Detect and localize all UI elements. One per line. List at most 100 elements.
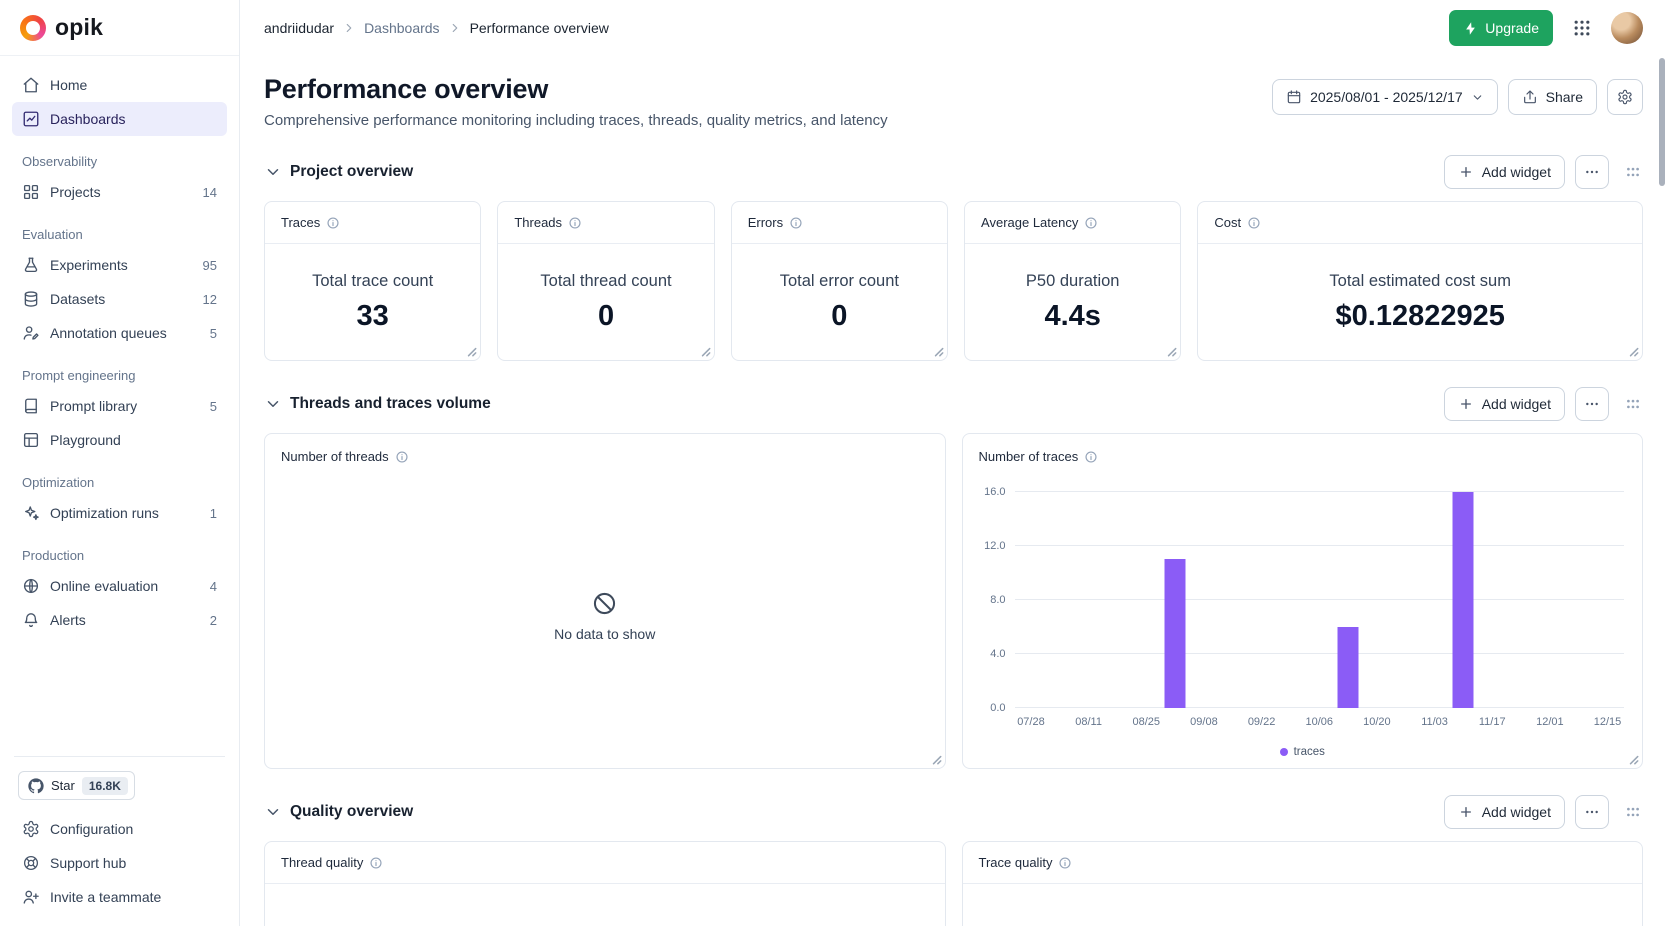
info-icon[interactable]: [568, 216, 582, 230]
sidebar-item-label: Prompt library: [50, 398, 137, 414]
section-actions: Add widget: [1444, 155, 1643, 189]
logo[interactable]: opik: [0, 0, 239, 56]
opik-logo-icon: [20, 15, 46, 41]
page-scrollbar[interactable]: [1657, 0, 1667, 926]
info-icon[interactable]: [1058, 856, 1072, 870]
sidebar-item-projects[interactable]: Projects 14: [12, 175, 227, 209]
date-range-picker[interactable]: 2025/08/01 - 2025/12/17: [1272, 79, 1498, 115]
drag-handle-icon[interactable]: [1623, 394, 1643, 414]
sidebar-item-datasets[interactable]: Datasets 12: [12, 282, 227, 316]
plus-icon: [1458, 164, 1474, 180]
sidebar-item-playground[interactable]: Playground: [12, 423, 227, 457]
sparkles-icon: [22, 504, 40, 522]
sidebar-item-label: Annotation queues: [50, 325, 167, 341]
grid-icon: [22, 183, 40, 201]
info-icon[interactable]: [1084, 450, 1098, 464]
metric-name: Total error count: [780, 272, 899, 291]
page-header: Performance overview Comprehensive perfo…: [264, 74, 1643, 129]
sidebar-item-optimization-runs[interactable]: Optimization runs 1: [12, 496, 227, 530]
resize-handle-icon[interactable]: [464, 344, 477, 357]
more-options-button[interactable]: [1575, 155, 1609, 189]
trace-quality-card: Trace quality: [962, 841, 1644, 926]
ellipsis-icon: [1584, 164, 1600, 180]
upgrade-button[interactable]: Upgrade: [1449, 10, 1553, 46]
add-widget-button[interactable]: Add widget: [1444, 387, 1565, 421]
metric-card-title: Threads: [514, 215, 562, 230]
chart-title: Number of traces: [979, 449, 1079, 464]
y-axis-label: 8.0: [990, 594, 1005, 606]
github-star-button[interactable]: Star 16.8K: [18, 771, 135, 800]
upgrade-label: Upgrade: [1485, 20, 1539, 36]
more-options-button[interactable]: [1575, 795, 1609, 829]
star-label: Star: [51, 778, 75, 793]
sidebar-item-annotation-queues[interactable]: Annotation queues 5: [12, 316, 227, 350]
metric-value: 33: [357, 300, 389, 333]
gear-icon: [1617, 89, 1633, 105]
share-icon: [1522, 89, 1538, 105]
apps-grid-icon[interactable]: [1569, 15, 1595, 41]
sidebar-item-support-hub[interactable]: Support hub: [12, 846, 227, 880]
info-icon[interactable]: [395, 450, 409, 464]
sidebar-item-dashboards[interactable]: Dashboards: [12, 102, 227, 136]
share-label: Share: [1546, 89, 1583, 105]
info-icon[interactable]: [1084, 216, 1098, 230]
chevron-down-icon[interactable]: [264, 163, 282, 181]
sidebar-item-prompt-library[interactable]: Prompt library 5: [12, 389, 227, 423]
add-widget-label: Add widget: [1482, 804, 1551, 820]
scrollbar-thumb[interactable]: [1659, 58, 1665, 186]
metric-card-title: Errors: [748, 215, 783, 230]
resize-handle-icon[interactable]: [1164, 344, 1177, 357]
resize-handle-icon[interactable]: [1626, 344, 1639, 357]
add-widget-button[interactable]: Add widget: [1444, 795, 1565, 829]
info-icon[interactable]: [1247, 216, 1261, 230]
info-icon[interactable]: [789, 216, 803, 230]
volume-charts-row: Number of threads No data to show Number…: [264, 433, 1643, 769]
share-button[interactable]: Share: [1508, 79, 1597, 115]
github-icon: [28, 778, 44, 794]
metric-card-traces: Traces Total trace count 33: [264, 201, 481, 361]
sidebar-item-experiments[interactable]: Experiments 95: [12, 248, 227, 282]
info-icon[interactable]: [369, 856, 383, 870]
breadcrumb-dashboards[interactable]: Dashboards: [364, 20, 440, 36]
breadcrumb-workspace[interactable]: andriidudar: [264, 20, 334, 36]
life-buoy-icon: [22, 854, 40, 872]
add-widget-button[interactable]: Add widget: [1444, 155, 1565, 189]
chart-card-header: Thread quality: [265, 842, 945, 884]
sidebar-item-home[interactable]: Home: [12, 68, 227, 102]
sidebar: opik Home Dashboards Observability Proje…: [0, 0, 240, 926]
layout-icon: [22, 431, 40, 449]
item-count: 14: [203, 185, 217, 200]
chevron-down-icon[interactable]: [264, 803, 282, 821]
gridline: [1015, 545, 1625, 546]
sidebar-item-invite-teammate[interactable]: Invite a teammate: [12, 880, 227, 914]
drag-handle-icon[interactable]: [1623, 162, 1643, 182]
metric-value: 0: [598, 300, 614, 333]
ellipsis-icon: [1584, 396, 1600, 412]
x-axis-label: 10/20: [1363, 716, 1391, 728]
more-options-button[interactable]: [1575, 387, 1609, 421]
chevron-down-icon[interactable]: [264, 395, 282, 413]
resize-handle-icon[interactable]: [1626, 752, 1639, 765]
section-volume-header: Threads and traces volume Add widget: [264, 387, 1643, 421]
metric-name: P50 duration: [1026, 272, 1120, 291]
section-title: Project overview: [290, 163, 413, 181]
resize-handle-icon[interactable]: [931, 344, 944, 357]
sidebar-section-production: Production: [22, 548, 217, 563]
thread-quality-card: Thread quality: [264, 841, 946, 926]
metric-card-header: Errors: [732, 202, 947, 244]
resize-handle-icon[interactable]: [698, 344, 711, 357]
chevron-right-icon: [448, 21, 462, 35]
chart-card-header: Number of threads: [265, 434, 945, 464]
section-title: Quality overview: [290, 803, 413, 821]
resize-handle-icon[interactable]: [929, 752, 942, 765]
dashboard-settings-button[interactable]: [1607, 79, 1643, 115]
metric-card-header: Cost: [1198, 202, 1642, 244]
sidebar-item-alerts[interactable]: Alerts 2: [12, 603, 227, 637]
avatar[interactable]: [1611, 12, 1643, 44]
drag-handle-icon[interactable]: [1623, 802, 1643, 822]
sidebar-item-configuration[interactable]: Configuration: [12, 812, 227, 846]
page-title: Performance overview: [264, 74, 888, 105]
sidebar-item-online-evaluation[interactable]: Online evaluation 4: [12, 569, 227, 603]
info-icon[interactable]: [326, 216, 340, 230]
chevron-down-icon: [1471, 91, 1484, 104]
